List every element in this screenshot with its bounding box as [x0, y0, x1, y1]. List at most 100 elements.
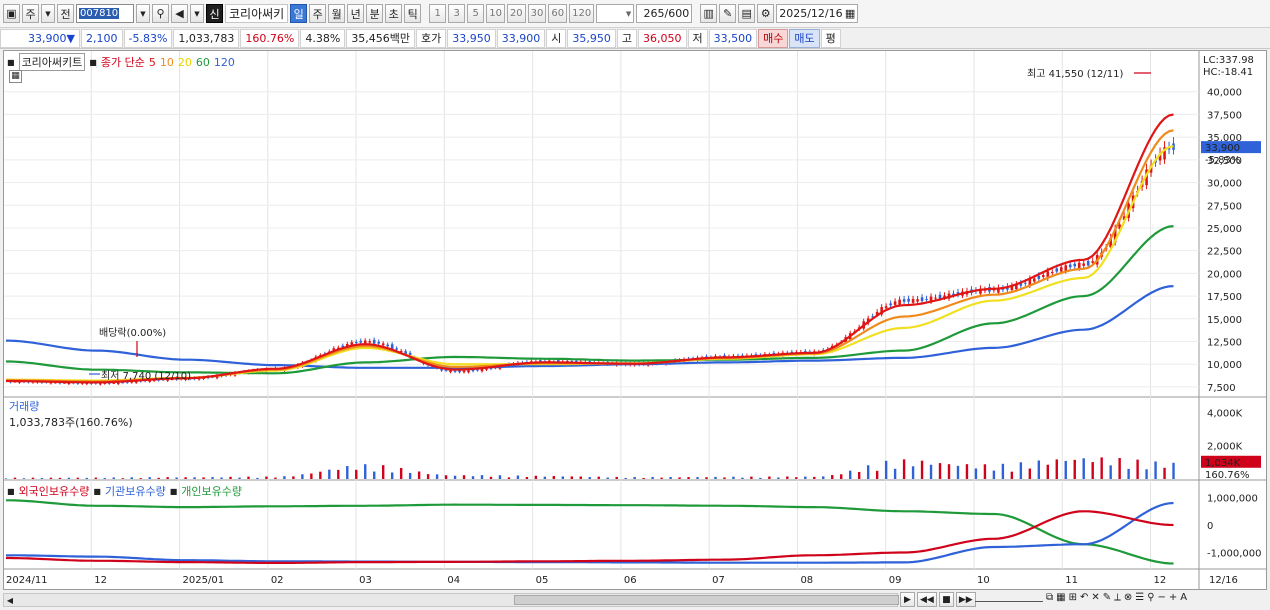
period-year[interactable]: 년 [347, 4, 365, 23]
price-axis-tick: 10,000 [1207, 360, 1242, 371]
scroll-right-icon[interactable]: ▶ [900, 592, 915, 607]
volume-bar [813, 476, 816, 479]
mode-button[interactable]: 주 [22, 4, 39, 23]
legend-individual[interactable]: 개인보유수량 [181, 483, 242, 499]
horizontal-scrollbar[interactable]: ◀ [3, 593, 899, 607]
candle-body [1033, 278, 1036, 282]
price-axis-tick: 30,000 [1207, 179, 1242, 190]
period-tick[interactable]: 틱 [404, 4, 422, 23]
zoom-search-icon[interactable]: ⚲ [1147, 592, 1154, 603]
legend-title[interactable]: 종가 단순 [101, 54, 145, 70]
fast-forward-icon[interactable]: ▶▶ [955, 592, 976, 607]
volume-bar [247, 476, 250, 479]
code-dropdown-icon[interactable]: ▼ [136, 4, 150, 23]
legend-ma60[interactable]: 60 [196, 56, 210, 69]
interval-30[interactable]: 30 [527, 4, 547, 23]
volume-bar [902, 459, 906, 479]
ruler-icon[interactable]: ⟂ [1114, 592, 1121, 603]
calculator-icon[interactable]: ▦ [9, 70, 22, 83]
rewind-icon[interactable]: ◀◀ [917, 592, 937, 607]
draw-icon[interactable]: ✎ [719, 4, 737, 23]
scroll-thumb[interactable] [514, 595, 899, 605]
price-axis-tick: 20,000 [1207, 269, 1242, 280]
buy-button[interactable]: 매수 [758, 28, 789, 48]
volume-bar [687, 477, 690, 479]
count-input[interactable]: 265/600 [636, 4, 693, 23]
legend-institution[interactable]: 기관보유수량 [105, 483, 166, 499]
chart-canvas[interactable]: 40,00037,50035,00032,50030,00027,50025,0… [4, 51, 1268, 591]
list-icon[interactable]: ☰ [1135, 592, 1144, 603]
volume-bar [229, 476, 232, 479]
speaker-dropdown-icon[interactable]: ▼ [190, 4, 204, 23]
erase-icon[interactable]: ✕ [1091, 592, 1099, 603]
volume-bar [157, 477, 160, 479]
calendar-icon[interactable]: ▦ [845, 7, 855, 20]
price-axis-tick: 22,500 [1207, 247, 1242, 258]
undo-icon[interactable]: ↶ [1080, 592, 1088, 603]
candle-body [372, 339, 376, 344]
legend-ma120[interactable]: 120 [214, 56, 235, 69]
avg-button[interactable]: 평 [820, 28, 841, 48]
legend-ma5[interactable]: 5 [149, 56, 156, 69]
layout-icon[interactable]: ▣ [3, 4, 20, 23]
interval-10[interactable]: 10 [486, 4, 505, 23]
gear-icon[interactable]: ⚙ [757, 4, 775, 23]
overlay-icon[interactable]: ⧉ [1046, 592, 1053, 603]
scroll-left-icon[interactable]: ◀ [5, 595, 15, 606]
x-axis-tick: 09 [889, 575, 902, 586]
legend-ma10[interactable]: 10 [160, 56, 174, 69]
search-icon[interactable]: ⚲ [152, 4, 169, 23]
volume-title[interactable]: 거래량 [9, 398, 39, 414]
prev-button[interactable]: 전 [57, 4, 74, 23]
zoom-in-icon[interactable]: + [1169, 592, 1177, 603]
interval-20[interactable]: 20 [506, 4, 526, 23]
stock-tag[interactable]: 코리아써키트 [18, 53, 86, 71]
stop-icon[interactable]: ■ [938, 592, 954, 607]
pen-icon[interactable]: ✎ [1103, 592, 1111, 603]
auto-scale-icon[interactable]: A [1180, 592, 1187, 603]
grid-icon[interactable]: ▦ [1056, 592, 1065, 603]
stock-code-input[interactable]: 007810 [76, 4, 134, 23]
volume-bar [274, 477, 277, 479]
interval-1[interactable]: 1 [429, 4, 447, 23]
interval-3[interactable]: 3 [448, 4, 466, 23]
volume-bar [570, 476, 574, 479]
volume-bar [453, 475, 457, 479]
legend-foreign[interactable]: 외국인보유수량 [19, 483, 90, 499]
speaker-icon[interactable]: ◀ [171, 4, 188, 23]
save-icon[interactable]: ▤ [738, 4, 756, 23]
candle-icon[interactable]: ▥ [700, 4, 718, 23]
volume-bar [911, 466, 915, 479]
chevron-down-icon[interactable]: ▼ [41, 4, 55, 23]
volume-bar [1154, 461, 1157, 479]
interval-60[interactable]: 60 [548, 4, 568, 23]
volume-bar [1109, 465, 1112, 479]
period-minute[interactable]: 분 [366, 4, 384, 23]
price-value: 33,900 [28, 31, 67, 45]
interval-5[interactable]: 5 [467, 4, 485, 23]
sell-button[interactable]: 매도 [789, 28, 820, 48]
chart-area[interactable]: 40,000 37,500 35,000 32,500 30,000 27,500 25,0… [3, 50, 1267, 590]
period-month[interactable]: 월 [328, 4, 346, 23]
quote-bar: 33,900 ▼ 2,100 -5.83% 1,033,783 160.76% 4… [0, 28, 1270, 49]
volume-bar [1136, 459, 1139, 479]
zoom-out-icon[interactable]: − [1158, 592, 1166, 603]
legend-ma20[interactable]: 20 [178, 56, 192, 69]
volume-bar [346, 466, 349, 479]
date-input[interactable]: 2025/12/16 ▦ [776, 4, 859, 23]
period-day[interactable]: 일 [290, 4, 308, 23]
volume-bar [175, 477, 178, 479]
magnet-icon[interactable]: ⊗ [1124, 592, 1132, 603]
zoom-slider[interactable] [975, 594, 1043, 602]
volume-bar [265, 476, 268, 479]
volume-bar [1127, 468, 1130, 479]
compare-icon[interactable]: ⊞ [1069, 592, 1077, 603]
volume-value: 1,033,783 [173, 28, 240, 48]
period-second[interactable]: 초 [385, 4, 403, 23]
interval-120[interactable]: 120 [569, 4, 595, 23]
volume-bar [22, 478, 26, 479]
interval-dropdown[interactable]: ▼ [596, 4, 635, 23]
volume-bar [1100, 457, 1103, 479]
volume-bar [94, 477, 98, 479]
period-week[interactable]: 주 [309, 4, 327, 23]
